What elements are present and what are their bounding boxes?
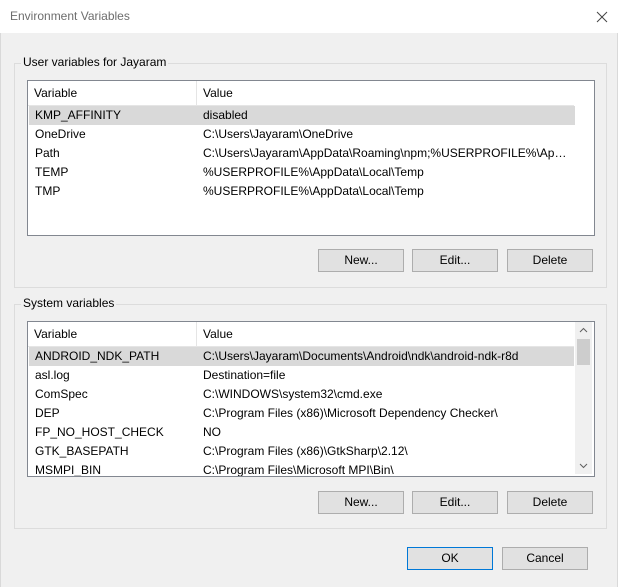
table-row[interactable]: ComSpec C:\WINDOWS\system32\cmd.exe: [29, 385, 574, 404]
variable-name-cell: ComSpec: [35, 387, 88, 401]
column-header-variable[interactable]: Variable: [28, 322, 197, 346]
ok-button[interactable]: OK: [407, 547, 493, 570]
variable-name-cell: FP_NO_HOST_CHECK: [35, 425, 164, 439]
variable-name-cell: TMP: [35, 184, 61, 198]
table-row[interactable]: FP_NO_HOST_CHECK NO: [29, 423, 574, 442]
list-header: Variable Value: [28, 81, 574, 106]
variable-value-cell: C:\Users\Jayaram\AppData\Roaming\npm;%US…: [203, 146, 573, 160]
variable-value-cell: C:\WINDOWS\system32\cmd.exe: [203, 387, 383, 401]
column-header-variable[interactable]: Variable: [28, 81, 197, 105]
table-row[interactable]: ANDROID_NDK_PATH C:\Users\Jayaram\Documen…: [29, 347, 574, 366]
variable-value-cell: C:\Users\Jayaram\Documents\Android\ndk\a…: [203, 349, 519, 363]
list-header: Variable Value: [28, 322, 574, 347]
system-variables-label: System variables: [21, 296, 117, 310]
table-row[interactable]: MSMPI_BIN C:\Program Files\Microsoft MPI\…: [29, 461, 574, 477]
variable-name-cell: KMP_AFFINITY: [35, 108, 122, 122]
column-header-value[interactable]: Value: [197, 322, 574, 346]
variable-name-cell: ANDROID_NDK_PATH: [35, 349, 160, 363]
system-edit-button[interactable]: Edit...: [412, 491, 498, 514]
table-row[interactable]: DEP C:\Program Files (x86)\Microsoft Depe…: [29, 404, 574, 423]
variable-value-cell: C:\Users\Jayaram\OneDrive: [203, 127, 354, 141]
table-row[interactable]: asl.log Destination=file: [29, 366, 574, 385]
variable-value-cell: C:\Program Files (x86)\Microsoft Depende…: [203, 406, 498, 420]
system-new-button[interactable]: New...: [318, 491, 404, 514]
user-delete-button[interactable]: Delete: [507, 249, 593, 272]
chevron-down-icon[interactable]: [575, 457, 592, 474]
system-variables-list[interactable]: Variable Value ANDROID_NDK_PATH C:\Users\…: [27, 321, 595, 477]
column-header-value[interactable]: Value: [197, 81, 574, 105]
cancel-button[interactable]: Cancel: [502, 547, 588, 570]
variable-value-cell: %USERPROFILE%\AppData\Local\Temp: [203, 165, 424, 179]
variable-name-cell: Path: [35, 146, 60, 160]
variable-name-cell: DEP: [35, 406, 60, 420]
table-row[interactable]: TMP %USERPROFILE%\AppData\Local\Temp: [29, 182, 575, 201]
user-edit-button[interactable]: Edit...: [412, 249, 498, 272]
system-delete-button[interactable]: Delete: [507, 491, 593, 514]
chevron-up-icon[interactable]: [575, 322, 592, 339]
variable-value-cell: %USERPROFILE%\AppData\Local\Temp: [203, 184, 424, 198]
variable-value-cell: C:\Program Files\Microsoft MPI\Bin\: [203, 463, 394, 477]
window-title: Environment Variables: [10, 9, 130, 23]
vertical-scrollbar[interactable]: [575, 322, 592, 474]
user-variables-list[interactable]: Variable Value KMP_AFFINITY disabled OneDr…: [27, 80, 595, 236]
table-row[interactable]: Path C:\Users\Jayaram\AppData\Roaming\npm…: [29, 144, 575, 163]
variable-value-cell: Destination=file: [203, 368, 286, 382]
window-border: [0, 0, 1, 587]
scrollbar-thumb[interactable]: [577, 339, 590, 365]
variable-name-cell: TEMP: [35, 165, 69, 179]
variable-value-cell: disabled: [203, 108, 248, 122]
table-row[interactable]: TEMP %USERPROFILE%\AppData\Local\Temp: [29, 163, 575, 182]
title-bar[interactable]: Environment Variables: [0, 0, 618, 33]
variable-value-cell: C:\Program Files (x86)\GtkSharp\2.12\: [203, 444, 408, 458]
table-row[interactable]: KMP_AFFINITY disabled: [29, 106, 575, 125]
variable-name-cell: MSMPI_BIN: [35, 463, 102, 477]
table-row[interactable]: GTK_BASEPATH C:\Program Files (x86)\GtkSh…: [29, 442, 574, 461]
variable-value-cell: NO: [203, 425, 221, 439]
user-variables-label: User variables for Jayaram: [21, 55, 169, 69]
variable-name-cell: asl.log: [35, 368, 70, 382]
variable-name-cell: GTK_BASEPATH: [35, 444, 129, 458]
table-row[interactable]: OneDrive C:\Users\Jayaram\OneDrive: [29, 125, 575, 144]
variable-name-cell: OneDrive: [35, 127, 86, 141]
user-new-button[interactable]: New...: [318, 249, 404, 272]
close-icon[interactable]: [592, 7, 612, 27]
